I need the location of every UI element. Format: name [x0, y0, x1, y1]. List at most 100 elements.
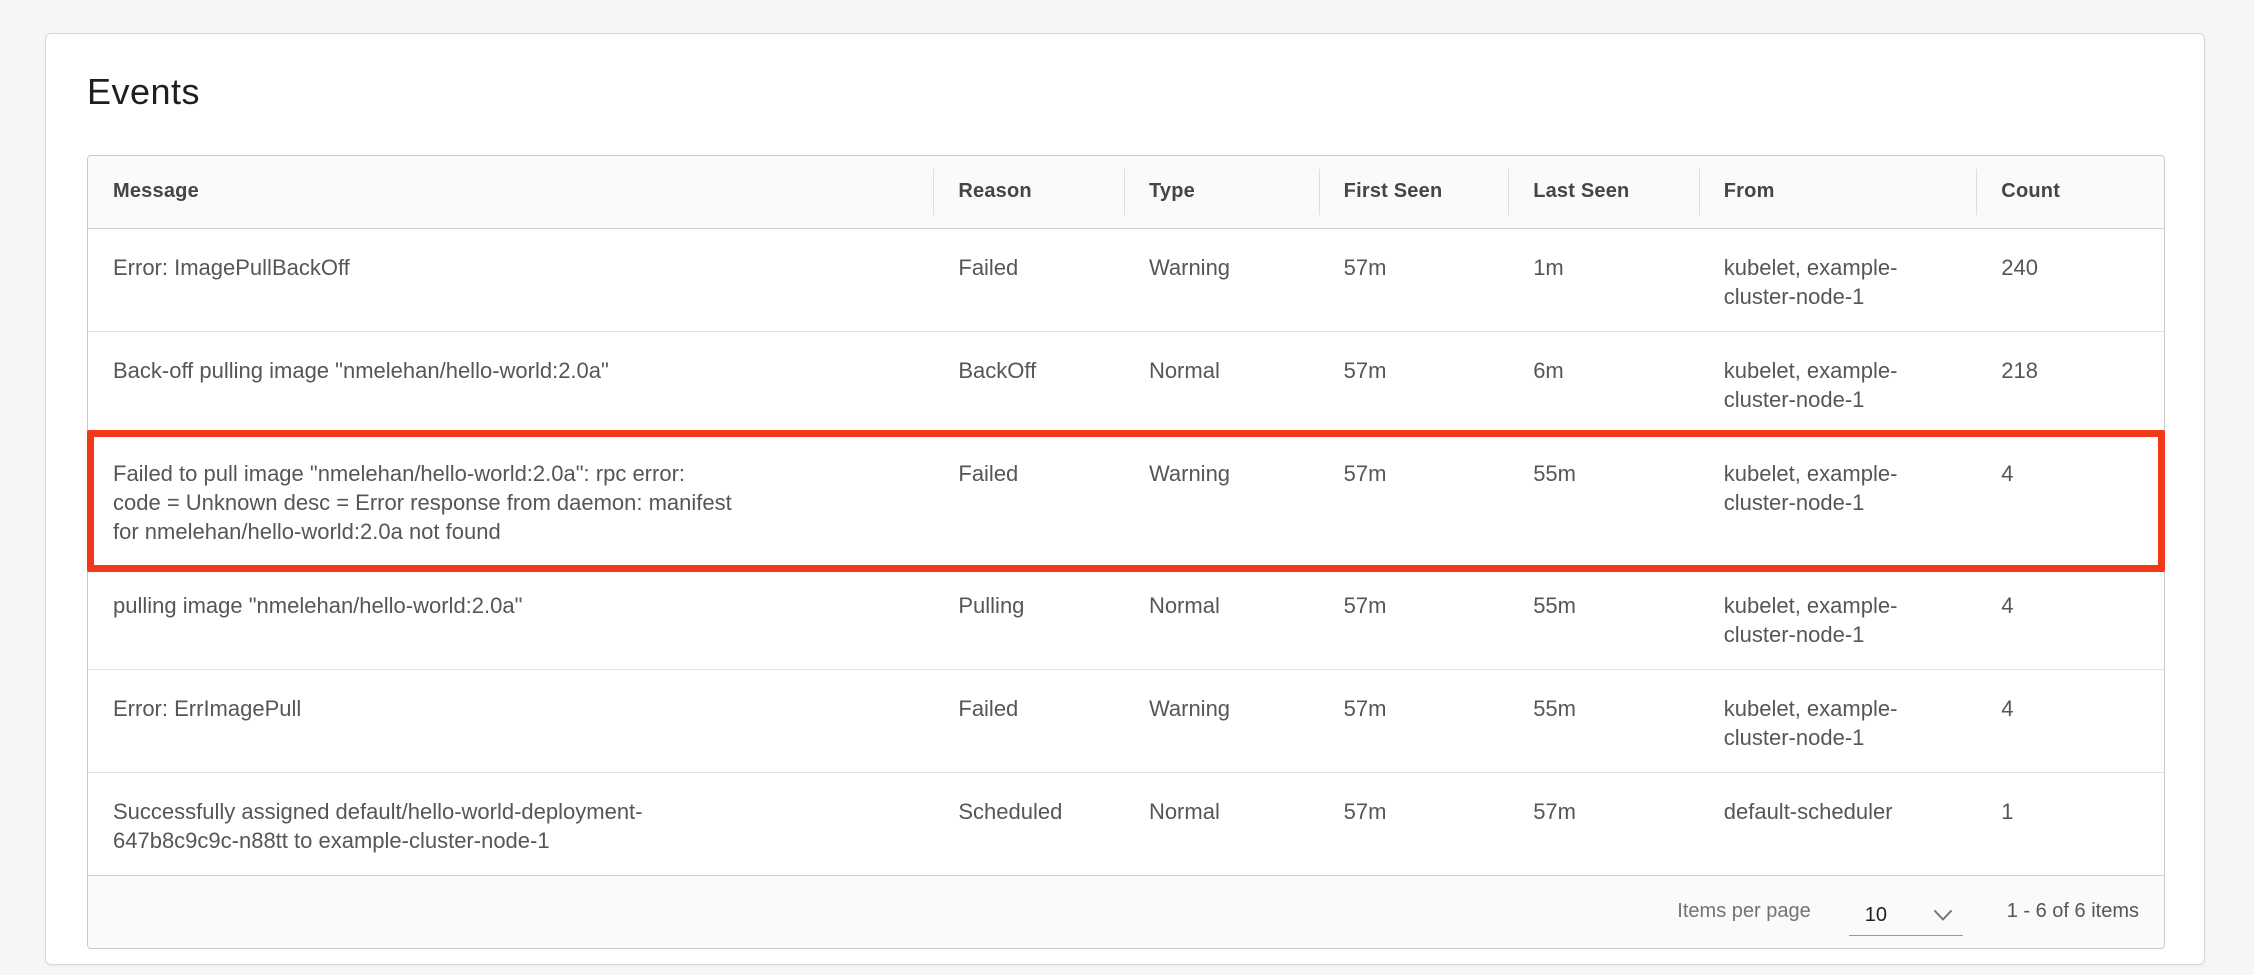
cell-last_seen: 57m	[1508, 772, 1699, 875]
cell-type: Normal	[1124, 772, 1319, 875]
cell-reason: Failed	[933, 434, 1124, 566]
cell-text: 57m	[1344, 591, 1489, 620]
events-card: Events MessageReasonTypeFirst SeenLast S…	[45, 33, 2205, 965]
cell-text: 57m	[1533, 797, 1679, 826]
cell-type: Warning	[1124, 434, 1319, 566]
cell-text: kubelet, example-cluster-node-1	[1724, 356, 1957, 414]
cell-text: Pulling	[958, 591, 1104, 620]
cell-last_seen: 55m	[1508, 434, 1699, 566]
cell-text: 57m	[1344, 356, 1489, 385]
cell-message: Error: ImagePullBackOff	[88, 228, 933, 331]
cell-text: kubelet, example-cluster-node-1	[1724, 591, 1957, 649]
cell-from: kubelet, example-cluster-node-1	[1699, 669, 1977, 772]
cell-text: 4	[2001, 694, 2144, 723]
page-title: Events	[87, 68, 2204, 115]
column-header-reason: Reason	[933, 156, 1124, 228]
table-row: Failed to pull image "nmelehan/hello-wor…	[88, 434, 2164, 566]
cell-type: Warning	[1124, 669, 1319, 772]
cell-last_seen: 55m	[1508, 566, 1699, 669]
chevron-down-icon	[1933, 909, 1953, 922]
cell-type: Warning	[1124, 228, 1319, 331]
cell-text: 55m	[1533, 591, 1679, 620]
items-per-page-label: Items per page	[1677, 900, 1810, 923]
cell-text: 4	[2001, 591, 2144, 620]
cell-text: kubelet, example-cluster-node-1	[1724, 694, 1957, 752]
cell-first_seen: 57m	[1319, 566, 1509, 669]
cell-last_seen: 6m	[1508, 331, 1699, 434]
cell-first_seen: 57m	[1319, 434, 1509, 566]
cell-from: default-scheduler	[1699, 772, 1977, 875]
cell-from: kubelet, example-cluster-node-1	[1699, 566, 1977, 669]
cell-text: 57m	[1344, 253, 1489, 282]
column-header-first_seen: First Seen	[1319, 156, 1509, 228]
cell-text: pulling image "nmelehan/hello-world:2.0a…	[113, 591, 733, 620]
cell-reason: Pulling	[933, 566, 1124, 669]
cell-from: kubelet, example-cluster-node-1	[1699, 434, 1977, 566]
cell-first_seen: 57m	[1319, 331, 1509, 434]
cell-text: Error: ErrImagePull	[113, 694, 733, 723]
cell-text: Failed	[958, 253, 1104, 282]
cell-text: 4	[2001, 459, 2144, 488]
cell-message: Back-off pulling image "nmelehan/hello-w…	[88, 331, 933, 434]
cell-text: 55m	[1533, 459, 1679, 488]
items-per-page-select[interactable]: 10	[1849, 904, 1963, 936]
cell-text: Normal	[1149, 591, 1299, 620]
cell-text: 1m	[1533, 253, 1679, 282]
cell-text: Warning	[1149, 253, 1299, 282]
cell-text: BackOff	[958, 356, 1104, 385]
cell-reason: Failed	[933, 228, 1124, 331]
cell-first_seen: 57m	[1319, 228, 1509, 331]
cell-count: 4	[1976, 434, 2164, 566]
cell-text: 55m	[1533, 694, 1679, 723]
cell-text: 57m	[1344, 694, 1489, 723]
table-row: Successfully assigned default/hello-worl…	[88, 772, 2164, 875]
cell-message: Error: ErrImagePull	[88, 669, 933, 772]
cell-count: 218	[1976, 331, 2164, 434]
cell-count: 240	[1976, 228, 2164, 331]
cell-count: 1	[1976, 772, 2164, 875]
table-row: pulling image "nmelehan/hello-world:2.0a…	[88, 566, 2164, 669]
cell-reason: BackOff	[933, 331, 1124, 434]
cell-last_seen: 55m	[1508, 669, 1699, 772]
cell-message: pulling image "nmelehan/hello-world:2.0a…	[88, 566, 933, 669]
cell-text: kubelet, example-cluster-node-1	[1724, 253, 1957, 311]
items-per-page-value: 10	[1865, 904, 1887, 927]
cell-from: kubelet, example-cluster-node-1	[1699, 228, 1977, 331]
cell-text: Warning	[1149, 459, 1299, 488]
cell-text: Back-off pulling image "nmelehan/hello-w…	[113, 356, 733, 385]
table-header-row: MessageReasonTypeFirst SeenLast SeenFrom…	[88, 156, 2164, 228]
cell-text: 6m	[1533, 356, 1679, 385]
column-header-count: Count	[1976, 156, 2164, 228]
page-viewport: Events MessageReasonTypeFirst SeenLast S…	[0, 0, 2254, 975]
events-table: MessageReasonTypeFirst SeenLast SeenFrom…	[88, 156, 2164, 875]
cell-text: Failed	[958, 459, 1104, 488]
cell-first_seen: 57m	[1319, 669, 1509, 772]
cell-text: Normal	[1149, 797, 1299, 826]
cell-from: kubelet, example-cluster-node-1	[1699, 331, 1977, 434]
column-header-from: From	[1699, 156, 1977, 228]
cell-text: Warning	[1149, 694, 1299, 723]
cell-text: Normal	[1149, 356, 1299, 385]
cell-text: 1	[2001, 797, 2144, 826]
cell-last_seen: 1m	[1508, 228, 1699, 331]
cell-text: Scheduled	[958, 797, 1104, 826]
pagination-range: 1 - 6 of 6 items	[2007, 900, 2139, 923]
cell-message: Failed to pull image "nmelehan/hello-wor…	[88, 434, 933, 566]
cell-type: Normal	[1124, 566, 1319, 669]
cell-text: default-scheduler	[1724, 797, 1957, 826]
cell-first_seen: 57m	[1319, 772, 1509, 875]
table-row: Back-off pulling image "nmelehan/hello-w…	[88, 331, 2164, 434]
cell-text: Failed to pull image "nmelehan/hello-wor…	[113, 459, 733, 546]
cell-reason: Scheduled	[933, 772, 1124, 875]
cell-text: Failed	[958, 694, 1104, 723]
cell-count: 4	[1976, 566, 2164, 669]
cell-text: Successfully assigned default/hello-worl…	[113, 797, 733, 855]
column-header-message: Message	[88, 156, 933, 228]
column-header-last_seen: Last Seen	[1508, 156, 1699, 228]
cell-reason: Failed	[933, 669, 1124, 772]
cell-count: 4	[1976, 669, 2164, 772]
cell-text: 240	[2001, 253, 2144, 282]
table-row: Error: ErrImagePull Failed Warning 57m 55m ku…	[88, 669, 2164, 772]
cell-text: Error: ImagePullBackOff	[113, 253, 733, 282]
cell-text: 218	[2001, 356, 2144, 385]
